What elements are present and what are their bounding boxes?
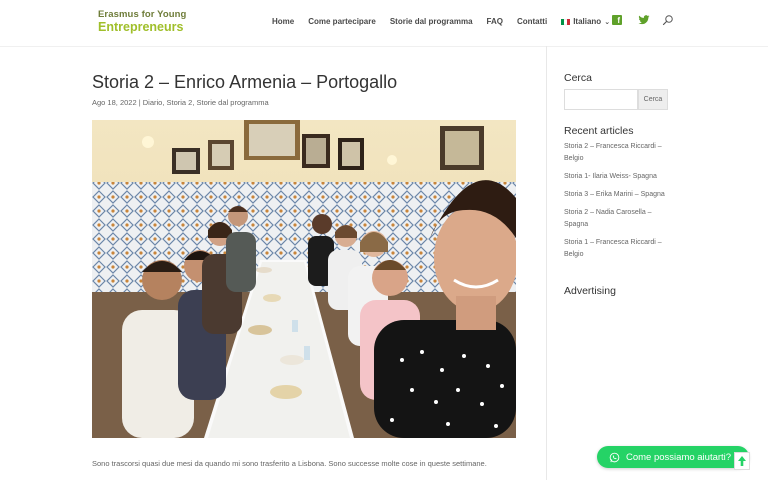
recent-articles-list: Storia 2 – Francesca Riccardi – Belgio S…	[564, 141, 672, 267]
whatsapp-label: Come possiamo aiutarti?	[626, 451, 732, 463]
header-icons: f	[612, 14, 674, 26]
nav-storie[interactable]: Storie dal programma	[390, 17, 473, 26]
recent-article-link[interactable]: Storia 3 – Erika Marini – Spagna	[564, 189, 672, 201]
recent-article-link[interactable]: Storia 1- Ilaria Weiss- Spagna	[564, 171, 672, 183]
whatsapp-icon	[609, 452, 620, 462]
chevron-down-icon: ⌄	[604, 18, 611, 26]
nav-faq[interactable]: FAQ	[487, 17, 503, 26]
logo-line-2: Entrepreneurs	[98, 19, 184, 34]
article-meta: Ago 18, 2022 | Diario, Storia 2, Storie …	[92, 98, 269, 107]
twitter-icon[interactable]	[638, 14, 650, 26]
scroll-top-button[interactable]	[734, 452, 750, 470]
nav-come-partecipare[interactable]: Come partecipare	[308, 17, 376, 26]
search-button[interactable]: Cerca	[638, 89, 668, 110]
article-photo	[92, 120, 516, 438]
group-dinner-photo	[92, 120, 516, 438]
italy-flag-icon	[561, 18, 571, 25]
recent-article-link[interactable]: Storia 2 – Francesca Riccardi – Belgio	[564, 141, 672, 165]
logo-line-1: Erasmus for Young	[98, 9, 187, 20]
site-logo[interactable]: Erasmus for Young Entrepreneurs	[98, 10, 186, 33]
nav-home[interactable]: Home	[272, 17, 294, 26]
article-body: Sono trascorsi quasi due mesi da quando …	[92, 459, 487, 468]
site-header: Erasmus for Young Entrepreneurs Home Com…	[0, 0, 768, 46]
recent-article-link[interactable]: Storia 2 – Nadia Carosella – Spagna	[564, 207, 672, 231]
search-input[interactable]	[564, 89, 638, 110]
language-label: Italiano	[573, 17, 602, 26]
article-title: Storia 2 – Enrico Armenia – Portogallo	[92, 72, 398, 92]
advertising-title: Advertising	[564, 285, 616, 297]
search-icon[interactable]	[662, 14, 674, 26]
sidebar-divider	[546, 46, 547, 480]
whatsapp-chat-button[interactable]: Come possiamo aiutarti?	[597, 446, 749, 468]
main-nav: Home Come partecipare Storie dal program…	[272, 17, 624, 26]
facebook-icon[interactable]: f	[612, 15, 622, 25]
recent-articles-title: Recent articles	[564, 125, 634, 137]
recent-article-link[interactable]: Storia 1 – Francesca Riccardi – Belgio	[564, 237, 672, 261]
scroll-top-icon	[738, 456, 746, 466]
search-widget-title: Cerca	[564, 72, 593, 84]
nav-contatti[interactable]: Contatti	[517, 17, 547, 26]
language-switcher[interactable]: Italiano ⌄	[561, 17, 610, 26]
